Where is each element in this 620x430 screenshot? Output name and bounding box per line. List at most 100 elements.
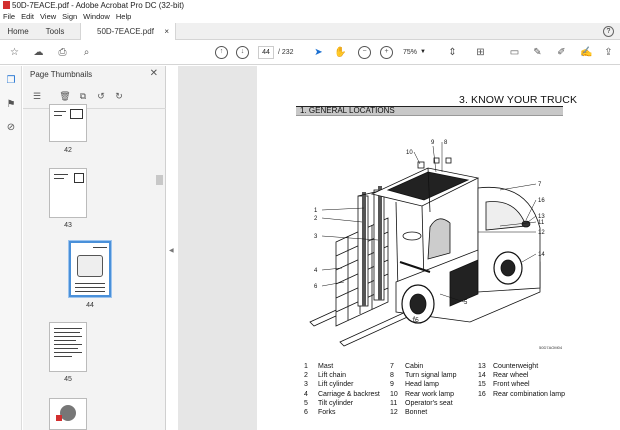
window-titlebar: 50D-7EACE.pdf - Adobe Acrobat Pro DC (32… — [0, 0, 620, 11]
share-icon[interactable]: ⇪ — [602, 46, 615, 59]
menu-edit[interactable]: Edit — [18, 11, 37, 23]
legend-column-1: 1 Mast 2 Lift chain 3 Lift cylinder 4 Carria… — [304, 362, 380, 417]
page-count: / 232 — [278, 49, 294, 56]
legend-item: 7 Cabin — [390, 363, 424, 370]
legend-item: 10 Rear work lamp — [390, 390, 455, 398]
legend-item: 9 Head lamp — [390, 381, 439, 389]
tab-tools[interactable]: Tools — [38, 23, 72, 40]
tab-document-label: 50D-7EACE.pdf — [97, 27, 154, 36]
comment-icon[interactable]: ▭ — [508, 46, 521, 59]
chapter-title: 3. KNOW YOUR TRUCK — [459, 94, 578, 106]
legend-item: 8 Turn signal lamp — [390, 372, 457, 380]
bookmark-icon[interactable]: ⚑ — [5, 99, 17, 111]
extract-page-icon[interactable]: ⧉ — [77, 90, 89, 102]
tab-home[interactable]: Home — [0, 23, 36, 40]
window-title: 50D-7EACE.pdf - Adobe Acrobat Pro DC (32… — [12, 1, 185, 10]
previous-page-icon[interactable]: ↑ — [215, 46, 228, 59]
callout-9: 9 — [431, 140, 435, 146]
figure-code: 50D7AOM04 — [539, 345, 563, 350]
callout-11: 11 — [538, 220, 545, 226]
panel-toolbar: ☰ 🗑 ⧉ ↺ ↻ — [29, 88, 159, 104]
zoom-dropdown-chevron-icon[interactable]: ▼ — [420, 46, 426, 59]
fill-sign-icon[interactable]: ✍ — [580, 46, 593, 59]
navigation-rail: ❐ ⚑ ⊘ — [0, 66, 22, 430]
acrobat-pdf-icon — [3, 1, 10, 9]
cloud-upload-icon[interactable]: ☁ — [32, 46, 45, 59]
callout-8: 8 — [444, 140, 448, 146]
rotate-left-icon[interactable]: ↺ — [95, 90, 107, 102]
rotate-right-icon[interactable]: ↻ — [113, 90, 125, 102]
legend-item: 11 Operator's seat — [390, 399, 453, 407]
thumbnail-label: 43 — [64, 222, 72, 229]
page-number-input[interactable]: 44 — [258, 46, 274, 59]
legend-item: 12 Bonnet — [390, 409, 428, 417]
thumbnail-label: 45 — [64, 376, 72, 383]
panel-title: Page Thumbnails — [30, 70, 93, 79]
callout-14: 14 — [538, 252, 545, 258]
legend-column-2: 7 Cabin 8 Turn signal lamp 9 Head lamp 10 Re… — [390, 362, 457, 417]
callout-4: 4 — [314, 268, 318, 274]
legend-item: 5 Tilt cylinder — [304, 399, 354, 407]
section-title: 1. GENERAL LOCATIONS — [300, 106, 395, 115]
star-icon[interactable]: ☆ — [8, 46, 21, 59]
thumbnail-page-42[interactable] — [49, 104, 87, 142]
callout-2: 2 — [314, 216, 318, 222]
legend-item: 3 Lift cylinder — [304, 381, 354, 389]
page-thumbnails-icon[interactable]: ❐ — [5, 75, 17, 87]
select-cursor-icon[interactable]: ➤ — [312, 46, 325, 59]
callout-12: 12 — [538, 230, 545, 236]
menu-help[interactable]: Help — [113, 11, 134, 23]
delete-page-icon[interactable]: 🗑 — [59, 90, 71, 102]
menu-bar: File Edit View Sign Window Help — [0, 11, 620, 23]
thumbnail-page-45[interactable] — [49, 322, 87, 372]
callout-13: 13 — [538, 214, 545, 220]
callout-10: 10 — [406, 150, 413, 156]
thumbnail-page-43[interactable] — [49, 168, 87, 218]
callout-1: 1 — [314, 208, 318, 214]
menu-view[interactable]: View — [37, 11, 59, 23]
scroll-mode-icon[interactable]: ⊞ — [474, 46, 487, 59]
callout-3: 3 — [314, 234, 318, 240]
help-icon[interactable]: ? — [603, 26, 614, 37]
thumbnail-page-46[interactable] — [49, 398, 87, 430]
highlight-pen-icon[interactable]: ✎ — [531, 46, 544, 59]
menu-file[interactable]: File — [0, 11, 18, 23]
legend-item: 15 Front wheel — [478, 381, 530, 389]
search-icon[interactable]: ⌕ — [80, 46, 93, 59]
tab-bar: Home Tools 50D-7EACE.pdf × ? — [0, 23, 620, 41]
legend-item: 6 Forks — [304, 409, 336, 417]
panel-divider — [23, 108, 166, 109]
callout-6: 6 — [314, 284, 318, 290]
zoom-out-icon[interactable]: − — [358, 46, 371, 59]
legend-item: 4 Carriage & backrest — [304, 390, 380, 398]
legend-item: 1 Mast — [304, 363, 334, 370]
panel-scrollbar-thumb[interactable] — [156, 175, 163, 185]
menu-window[interactable]: Window — [80, 11, 113, 23]
zoom-in-icon[interactable]: + — [380, 46, 393, 59]
legend-item: 16 Rear combination lamp — [478, 390, 565, 398]
menu-sign[interactable]: Sign — [59, 11, 80, 23]
close-tab-icon[interactable]: × — [164, 23, 169, 40]
zoom-level[interactable]: 75% — [403, 46, 417, 59]
forklift-diagram: 1 2 3 4 5 6 7 8 9 10 11 12 13 14 15 16 — [309, 140, 545, 347]
attachment-icon[interactable]: ⊘ — [5, 122, 17, 134]
page-fit-icon[interactable]: ⇕ — [446, 46, 459, 59]
callout-7: 7 — [538, 182, 542, 188]
legend-item: 2 Lift chain — [304, 372, 347, 380]
callout-16: 16 — [538, 198, 545, 204]
collapse-panel-arrow-icon[interactable]: ◀ — [169, 247, 174, 254]
tab-document[interactable]: 50D-7EACE.pdf × — [80, 23, 176, 41]
thumbnail-options-icon[interactable]: ☰ — [31, 90, 43, 102]
legend-item: 14 Rear wheel — [478, 372, 529, 380]
print-icon[interactable]: ⎙ — [56, 46, 69, 59]
main-toolbar: ☆ ☁ ⎙ ⌕ ↑ ↓ 44 / 232 ➤ ✋ − + 75% ▼ ⇕ ⊞ ▭… — [0, 40, 620, 65]
legend-column-3: 13 Counterweight 14 Rear wheel 15 Front whe… — [478, 362, 565, 399]
thumbnail-page-44[interactable] — [69, 241, 111, 297]
next-page-icon[interactable]: ↓ — [236, 46, 249, 59]
callout-15: 15 — [412, 318, 419, 324]
legend-item: 13 Counterweight — [478, 363, 539, 370]
draw-icon[interactable]: ✐ — [555, 46, 568, 59]
thumbnail-label: 44 — [86, 302, 94, 309]
close-panel-icon[interactable]: ✕ — [150, 68, 158, 79]
hand-tool-icon[interactable]: ✋ — [334, 46, 347, 59]
